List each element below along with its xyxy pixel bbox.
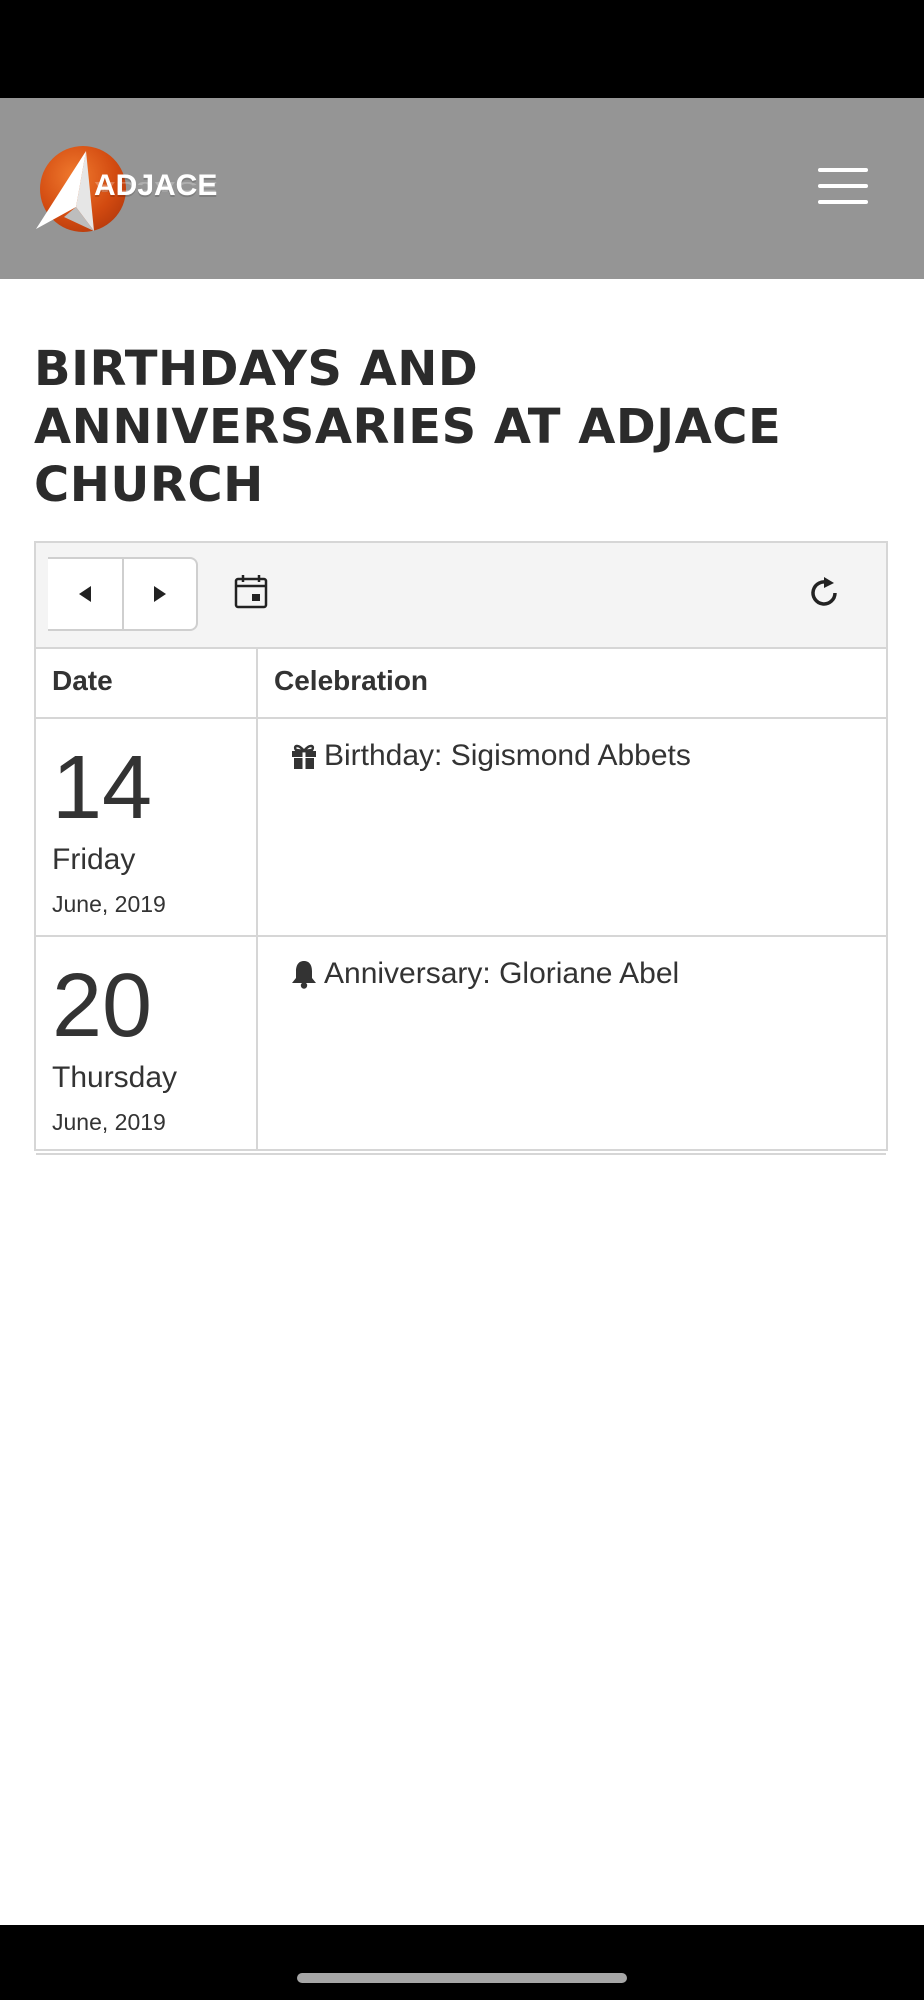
month-year: June, 2019: [52, 891, 166, 917]
previous-button[interactable]: [48, 559, 124, 629]
calendar-icon[interactable]: [234, 573, 268, 609]
home-indicator[interactable]: [297, 1973, 627, 1983]
day-number: 20: [52, 956, 153, 1056]
caret-left-icon: [79, 586, 91, 602]
nav-button-group: [48, 557, 198, 631]
table-header: Date Celebration: [36, 647, 886, 719]
next-button[interactable]: [123, 559, 197, 629]
celebrations-calendar: Date Celebration 14 Friday June, 2019 Bi…: [34, 541, 888, 1155]
status-bar: [0, 0, 924, 98]
adjace-logo[interactable]: ADJACE ADJACE: [34, 145, 217, 237]
celebration-text: Birthday: Sigismond Abbets: [324, 739, 691, 772]
site-header: ADJACE ADJACE: [0, 98, 924, 279]
hamburger-line: [818, 184, 868, 188]
table-row: 20 Thursday June, 2019 Anniversary: Glor…: [36, 937, 886, 1155]
day-number: 14: [52, 738, 153, 838]
gift-icon: [292, 744, 316, 769]
table-row: 14 Friday June, 2019 Birthday: Sigismond…: [36, 719, 886, 937]
celebration-text: Anniversary: Gloriane Abel: [324, 957, 680, 990]
celebration-entry[interactable]: Birthday: Sigismond Abbets: [290, 739, 691, 773]
weekday-name: Friday: [52, 843, 136, 876]
celebration-entry[interactable]: Anniversary: Gloriane Abel: [290, 957, 679, 991]
calendar-toolbar: [36, 543, 886, 649]
hamburger-menu-icon[interactable]: [818, 168, 868, 204]
refresh-icon[interactable]: [804, 573, 844, 613]
column-header-date: Date: [52, 665, 113, 696]
column-header-celebration: Celebration: [274, 665, 429, 696]
hamburger-line: [818, 168, 868, 172]
hamburger-line: [818, 200, 868, 204]
logo-text-reflection: ADJACE: [94, 178, 218, 196]
caret-right-icon: [154, 586, 166, 602]
month-year: June, 2019: [52, 1109, 166, 1135]
page-title: BIRTHDAYS AND ANNIVERSARIES AT ADJACE CH…: [34, 341, 782, 513]
weekday-name: Thursday: [52, 1061, 178, 1094]
bell-icon: [292, 961, 316, 989]
navigation-bar: [0, 1925, 924, 2000]
